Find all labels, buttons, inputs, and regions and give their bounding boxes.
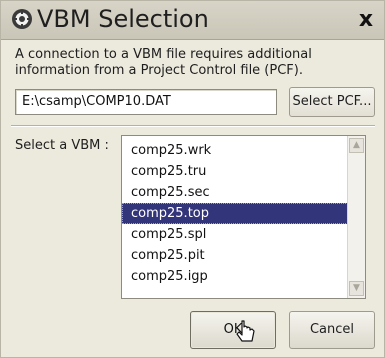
vbm-list: comp25.wrk comp25.tru comp25.sec comp25.…	[122, 140, 348, 287]
vertical-scrollbar[interactable]: ▲ ▼	[347, 136, 365, 298]
cancel-button[interactable]: Cancel	[289, 311, 375, 349]
mouse-pointer-icon	[236, 320, 255, 342]
close-button[interactable]: x	[354, 9, 378, 33]
list-item[interactable]: comp25.spl	[122, 224, 348, 245]
select-vbm-label: Select a VBM :	[15, 138, 109, 153]
vbm-selection-dialog: VBM Selection x A connection to a VBM fi…	[0, 0, 385, 358]
list-item[interactable]: comp25.pit	[122, 245, 348, 266]
dialog-title: VBM Selection	[37, 5, 209, 33]
description-text: A connection to a VBM file requires addi…	[15, 47, 312, 78]
title-bar[interactable]: VBM Selection x	[1, 1, 384, 40]
list-item[interactable]: comp25.tru	[122, 161, 348, 182]
scroll-down-icon[interactable]: ▼	[349, 281, 364, 296]
list-item[interactable]: comp25.igp	[122, 266, 348, 287]
ok-button[interactable]: OK	[190, 311, 276, 349]
gear-icon	[12, 9, 32, 29]
select-pcf-button[interactable]: Select PCF...	[289, 87, 375, 117]
scroll-up-icon[interactable]: ▲	[349, 138, 364, 153]
separator	[11, 125, 375, 127]
vbm-listbox[interactable]: comp25.wrk comp25.tru comp25.sec comp25.…	[121, 135, 366, 299]
list-item[interactable]: comp25.wrk	[122, 140, 348, 161]
pcf-path-field[interactable]: E:\csamp\COMP10.DAT	[15, 89, 277, 115]
list-item-selected[interactable]: comp25.top	[122, 203, 348, 224]
list-item[interactable]: comp25.sec	[122, 182, 348, 203]
